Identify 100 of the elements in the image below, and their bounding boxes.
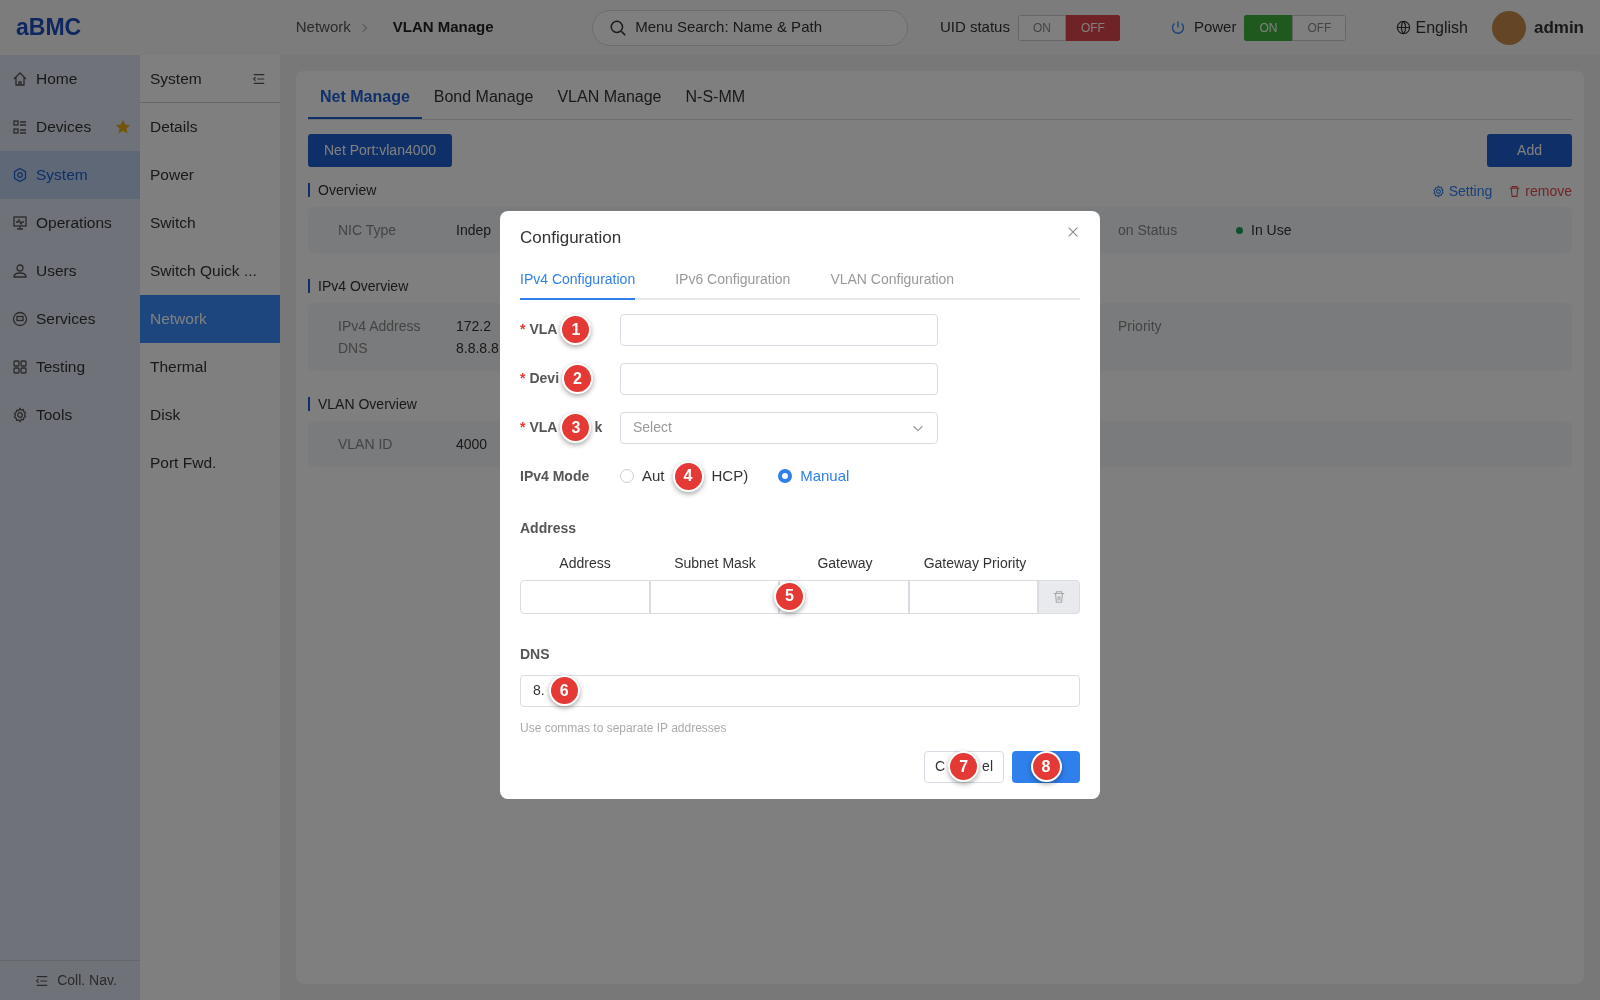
sidebar-item[interactable]: System bbox=[0, 151, 140, 199]
required-mark: * bbox=[520, 369, 526, 388]
field-label: IPv4 Address bbox=[338, 317, 422, 336]
ok-button[interactable]: 8 bbox=[1012, 750, 1080, 783]
radio-option[interactable]: Manual bbox=[778, 464, 850, 488]
submenu-item[interactable]: Port Fwd. bbox=[140, 439, 280, 487]
breadcrumb-link[interactable]: Network bbox=[295, 16, 351, 39]
user-name[interactable]: admin bbox=[1533, 14, 1584, 41]
search-icon bbox=[609, 18, 628, 37]
number-marker: 4 bbox=[672, 460, 704, 492]
tab[interactable]: IPv6 Configuration bbox=[675, 262, 791, 300]
field-label: k bbox=[594, 418, 603, 437]
submenu-item[interactable]: Power bbox=[140, 151, 280, 199]
submenu-item[interactable]: Network bbox=[140, 295, 280, 343]
submenu-item[interactable]: Switch Quick ... bbox=[140, 247, 280, 295]
column-header: Address bbox=[558, 553, 612, 573]
field-value: In Use bbox=[1251, 221, 1292, 240]
collapse-icon bbox=[35, 973, 50, 988]
tab[interactable]: VLAN Manage bbox=[545, 71, 674, 119]
toggle-option[interactable]: ON bbox=[1017, 14, 1066, 41]
column-header: Gateway bbox=[816, 553, 874, 573]
power-label: Power bbox=[1193, 17, 1237, 38]
toggle-option[interactable]: OFF bbox=[1292, 14, 1347, 41]
column-header: Subnet Mask bbox=[673, 553, 757, 573]
section-label: Address bbox=[520, 518, 578, 538]
number-marker: 5 bbox=[774, 580, 806, 612]
uid-status-label: UID status bbox=[939, 17, 1010, 38]
home-icon bbox=[12, 71, 28, 87]
radio-option[interactable]: Aut 4 HCP) bbox=[620, 460, 749, 492]
number-marker: 1 bbox=[560, 314, 592, 345]
sidebar-item[interactable]: Home bbox=[0, 55, 140, 103]
field-label: VLA bbox=[529, 320, 558, 339]
port-button[interactable]: Net Port:vlan4000 bbox=[308, 134, 453, 167]
section-title: VLAN Overview bbox=[308, 397, 417, 411]
tab[interactable]: IPv4 Configuration bbox=[520, 262, 636, 300]
settings-icon bbox=[1431, 184, 1445, 198]
power-icon bbox=[1169, 19, 1186, 36]
tab[interactable]: N-S-MM bbox=[673, 71, 758, 119]
number-marker: 8 bbox=[1030, 751, 1062, 782]
field-value: Indep bbox=[456, 221, 492, 240]
avatar[interactable] bbox=[1491, 10, 1526, 45]
tab[interactable]: VLAN Configuration bbox=[830, 262, 955, 300]
add-button[interactable]: Add bbox=[1487, 134, 1572, 167]
input-field[interactable] bbox=[620, 362, 938, 395]
globe-icon bbox=[1396, 20, 1412, 35]
sidebar-item[interactable]: Operations bbox=[0, 199, 140, 247]
field-label: Devi bbox=[529, 369, 560, 388]
logo: aBMC bbox=[16, 13, 83, 43]
field-label: Priority bbox=[1118, 317, 1163, 336]
required-mark: * bbox=[520, 320, 526, 339]
tab[interactable]: Bond Manage bbox=[421, 71, 546, 119]
toggle-option[interactable]: ON bbox=[1244, 14, 1293, 41]
close-icon[interactable] bbox=[1066, 225, 1080, 239]
trash-icon bbox=[1508, 184, 1522, 198]
field-label: IPv4 Mode bbox=[520, 466, 591, 486]
submenu-item[interactable]: Thermal bbox=[140, 343, 280, 391]
section-title: IPv4 Overview bbox=[308, 279, 409, 293]
collapse-icon bbox=[252, 71, 266, 86]
sidebar-item[interactable]: Services bbox=[0, 295, 140, 343]
settings-icon bbox=[12, 407, 28, 423]
toggle-option[interactable]: OFF bbox=[1065, 14, 1120, 41]
column-header: Gateway Priority bbox=[922, 553, 1028, 573]
select-field[interactable]: Select bbox=[620, 411, 938, 444]
input-field[interactable] bbox=[520, 579, 650, 614]
input-field[interactable]: 8. 6 bbox=[520, 674, 1080, 707]
dialog-title: Configuration bbox=[520, 227, 622, 249]
field-label: DNS bbox=[338, 339, 369, 358]
section-label: DNS bbox=[520, 644, 551, 664]
grid-icon bbox=[12, 359, 28, 375]
remove-link[interactable]: remove bbox=[1508, 180, 1572, 202]
field-label: VLAN ID bbox=[338, 435, 394, 454]
required-mark: * bbox=[520, 418, 526, 437]
cancel-button[interactable]: C 7 el bbox=[923, 750, 1004, 783]
sidebar-item[interactable]: Testing bbox=[0, 343, 140, 391]
setting-link[interactable]: Setting bbox=[1431, 180, 1493, 202]
search-field[interactable]: Menu Search: Name & Path bbox=[592, 9, 908, 46]
sidebar-item[interactable]: Users bbox=[0, 247, 140, 295]
status-dot bbox=[1236, 226, 1243, 234]
input-field[interactable] bbox=[908, 579, 1039, 614]
users-icon bbox=[12, 263, 28, 279]
field-value: 4000 bbox=[456, 435, 488, 454]
field-label: VLA bbox=[529, 418, 558, 437]
submenu-item[interactable]: Switch bbox=[140, 199, 280, 247]
language-selector[interactable]: English bbox=[1415, 15, 1468, 40]
number-marker: 7 bbox=[948, 751, 980, 782]
field-label: NIC Type bbox=[338, 221, 398, 240]
input-field[interactable] bbox=[620, 313, 938, 346]
hexagon-icon bbox=[12, 167, 28, 183]
number-marker: 3 bbox=[560, 412, 592, 443]
delete-button[interactable] bbox=[1038, 579, 1080, 614]
tab[interactable]: Net Manage bbox=[308, 71, 422, 119]
number-marker: 2 bbox=[562, 363, 594, 394]
trash-icon bbox=[1052, 589, 1067, 604]
submenu-item[interactable]: Details bbox=[140, 103, 280, 151]
submenu-item[interactable]: Disk bbox=[140, 391, 280, 439]
sidebar-item[interactable]: Tools bbox=[0, 391, 140, 439]
service-icon bbox=[12, 311, 28, 327]
sidebar-item[interactable]: Devices bbox=[0, 103, 140, 151]
list-icon bbox=[12, 119, 28, 135]
breadcrumb-link[interactable]: VLAN Manage bbox=[392, 16, 494, 39]
